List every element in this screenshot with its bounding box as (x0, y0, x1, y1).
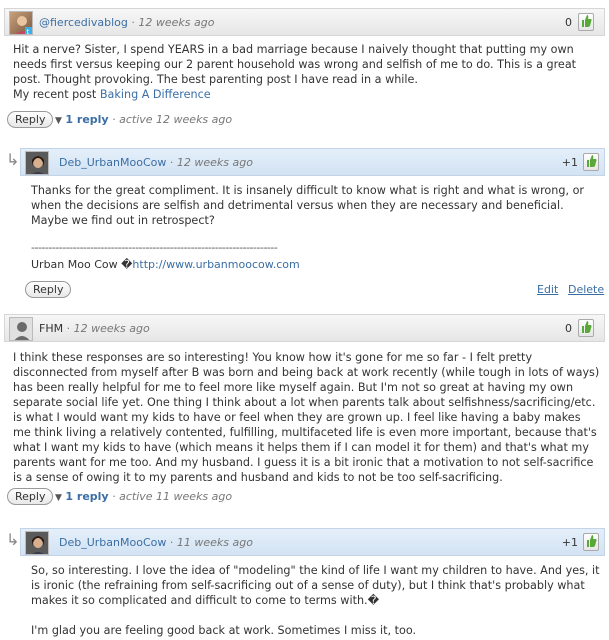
replies-count[interactable]: 1 reply (65, 113, 108, 126)
avatar[interactable]: t (9, 11, 33, 35)
comment-2-reply: ↳ Deb_UrbanMooCow · 12 weeks ago +1 Than… (0, 130, 609, 300)
author-name[interactable]: FHM (39, 322, 63, 335)
reply-button[interactable]: Reply (7, 111, 54, 128)
vote-count: 0 (565, 322, 572, 335)
delete-link[interactable]: Delete (568, 283, 604, 296)
signature-name: Urban Moo Cow � (31, 258, 133, 271)
comment-body: So, so interesting. I love the idea of "… (31, 563, 601, 638)
comment-text: Thanks for the great compliment. It is i… (31, 184, 585, 227)
reply-arrow-icon: ↳ (6, 150, 20, 169)
comment-1: t @fiercedivablog · 12 weeks ago 0 Hit a… (0, 0, 609, 130)
comment-header: t @fiercedivablog · 12 weeks ago 0 (4, 8, 605, 36)
reply-button[interactable]: Reply (7, 488, 54, 505)
comment-text: So, so interesting. I love the idea of "… (31, 564, 600, 607)
avatar-placeholder-icon[interactable] (9, 317, 33, 341)
comment-body: Hit a nerve? Sister, I spend YEARS in a … (13, 42, 599, 102)
replies-count[interactable]: 1 reply (65, 490, 108, 503)
vote-count: +1 (561, 536, 578, 549)
svg-text:t: t (27, 28, 30, 35)
replies-toggle[interactable]: ▼ 1 reply · active 11 weeks ago (55, 490, 232, 503)
signature-divider: ----------------------------------------… (31, 241, 278, 254)
comment-text: Hit a nerve? Sister, I spend YEARS in a … (13, 43, 577, 86)
timestamp: 12 weeks ago (138, 16, 215, 29)
like-thumb-icon[interactable] (583, 153, 599, 171)
comment-4-reply: ↳ Deb_UrbanMooCow · 11 weeks ago +1 So, … (0, 512, 609, 640)
replies-toggle[interactable]: ▼ 1 reply · active 12 weeks ago (55, 113, 232, 126)
signature-link[interactable]: http://www.urbanmoocow.com (132, 258, 299, 271)
triangle-down-icon: ▼ (55, 493, 62, 503)
active-text: active 11 weeks ago (119, 490, 233, 503)
comment-body: I think these responses are so interesti… (13, 350, 601, 485)
comment-3: FHM · 12 weeks ago 0 I think these respo… (0, 300, 609, 512)
comment-text: I think these responses are so interesti… (13, 351, 600, 484)
recent-post-line: My recent post Baking A Difference (13, 87, 599, 102)
author-name[interactable]: @fiercedivablog (39, 16, 128, 29)
vote-count: 0 (565, 16, 572, 29)
avatar[interactable] (25, 151, 49, 175)
comment-body: Thanks for the great compliment. It is i… (31, 183, 601, 228)
author-line: Deb_UrbanMooCow · 11 weeks ago (59, 536, 253, 549)
active-text: active 12 weeks ago (119, 113, 233, 126)
reply-arrow-icon: ↳ (6, 530, 20, 549)
timestamp: 12 weeks ago (176, 156, 253, 169)
author-name[interactable]: Deb_UrbanMooCow (59, 156, 166, 169)
comment-header: Deb_UrbanMooCow · 11 weeks ago +1 (20, 528, 605, 556)
reply-button[interactable]: Reply (25, 281, 72, 298)
author-line: Deb_UrbanMooCow · 12 weeks ago (59, 156, 253, 169)
vote-count: +1 (561, 156, 578, 169)
recent-post-prefix: My recent post (13, 88, 97, 101)
signature: Urban Moo Cow �http://www.urbanmoocow.co… (31, 258, 300, 271)
separator-dot: · (169, 156, 177, 169)
separator-dot: · (66, 322, 74, 335)
author-line: @fiercedivablog · 12 weeks ago (39, 16, 214, 29)
recent-post-link[interactable]: Baking A Difference (100, 88, 211, 101)
like-thumb-icon[interactable] (578, 13, 594, 31)
like-thumb-icon[interactable] (578, 319, 594, 337)
comment-header: Deb_UrbanMooCow · 12 weeks ago +1 (20, 148, 605, 176)
author-line: FHM · 12 weeks ago (39, 322, 150, 335)
avatar[interactable] (25, 531, 49, 555)
timestamp: 12 weeks ago (73, 322, 150, 335)
separator-dot: · (169, 536, 177, 549)
triangle-down-icon: ▼ (55, 116, 62, 126)
comment-text-2: I'm glad you are feeling good back at wo… (31, 624, 417, 637)
author-name[interactable]: Deb_UrbanMooCow (59, 536, 166, 549)
timestamp: 11 weeks ago (176, 536, 253, 549)
edit-link[interactable]: Edit (537, 283, 558, 296)
like-thumb-icon[interactable] (583, 533, 599, 551)
comment-header: FHM · 12 weeks ago 0 (4, 314, 605, 342)
